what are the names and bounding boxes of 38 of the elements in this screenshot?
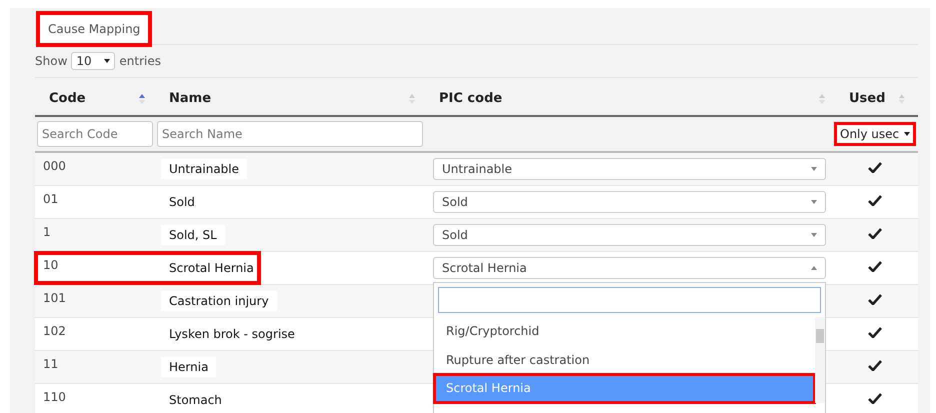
entries-select[interactable]: 10	[71, 52, 116, 70]
pic-code-select[interactable]: Scrotal Hernia	[433, 257, 826, 279]
search-code-field[interactable]: Search Code	[37, 121, 153, 147]
entries-label: entries	[119, 54, 161, 68]
table-cell-text: 1	[42, 224, 52, 241]
show-label: Show	[35, 54, 68, 68]
pic-code-select[interactable]: Sold	[433, 191, 826, 213]
caret-icon	[811, 167, 817, 171]
table-cell-text: 000	[42, 158, 67, 175]
used-filter-select[interactable]: Only usec	[837, 125, 913, 143]
dropdown-option[interactable]: Rupture after castration	[434, 346, 815, 374]
table-cell: Castration injury	[161, 291, 277, 311]
caret-icon	[811, 200, 817, 204]
caret-icon	[904, 132, 910, 136]
tab[interactable]: Cause Mapping	[39, 14, 150, 44]
dropdown-option[interactable]: Rig/Cryptorchid	[434, 317, 815, 346]
table-cell: Hernia	[161, 357, 216, 377]
caret-icon	[811, 233, 817, 237]
sort-icon[interactable]	[139, 94, 145, 104]
table-cell: Sold, SL	[161, 225, 225, 245]
table-cell-text: 110	[42, 389, 67, 406]
table-cell-text: 11	[42, 356, 60, 373]
dropdown-search-field[interactable]	[438, 287, 821, 313]
table-cell-text: 101	[42, 290, 67, 307]
column-header[interactable]: Name	[169, 91, 212, 106]
scrollbar[interactable]	[815, 317, 825, 402]
column-header[interactable]: Code	[49, 91, 86, 106]
table-cell: Untrainable	[161, 159, 248, 179]
caret-icon	[104, 59, 110, 63]
caret-icon	[811, 266, 817, 270]
table-cell-text: 102	[42, 323, 67, 340]
table-cell-text: 10	[42, 257, 60, 274]
table-cell-text: 01	[42, 191, 60, 208]
search-name-field[interactable]: Search Name	[157, 121, 423, 147]
pic-code-select[interactable]: Untrainable	[433, 158, 826, 180]
column-header[interactable]: Used	[849, 91, 886, 106]
pic-code-select[interactable]: Sold	[433, 224, 826, 246]
column-header[interactable]: PIC code	[439, 91, 502, 106]
